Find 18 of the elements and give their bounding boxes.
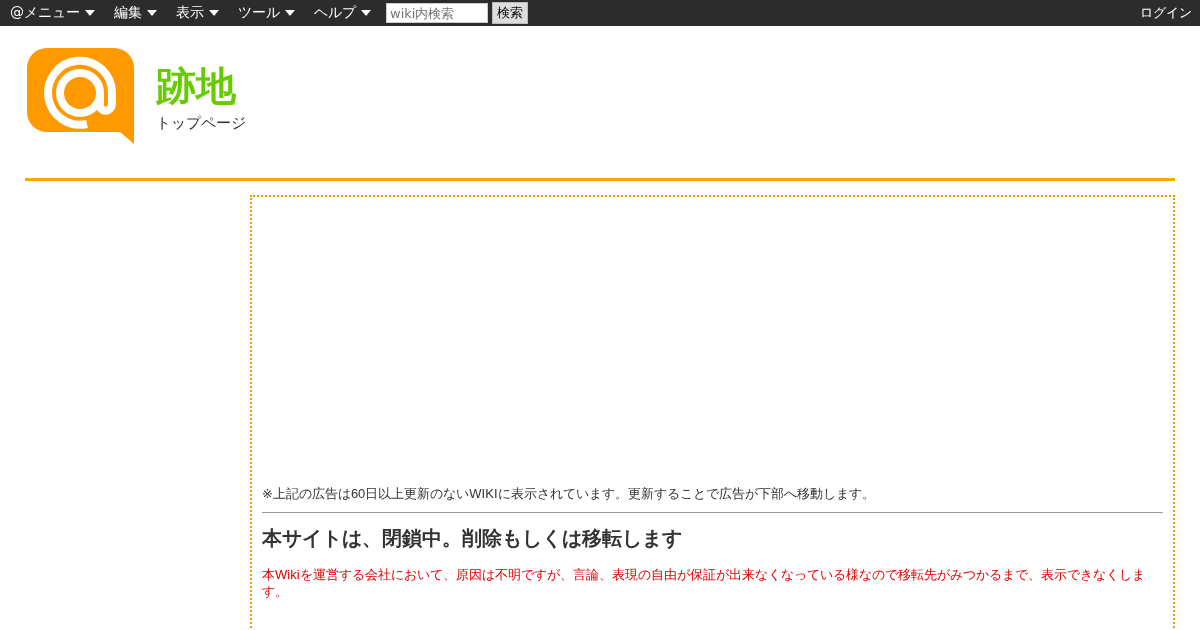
closure-message: 本Wikiを運営する会社において、原因は不明ですが、言論、表現の自由が保証が出来なくなっている様なので移転先がみつかるまで、表示できなくします。 [262,566,1146,600]
ad-notice: ※上記の広告は60日以上更新のないWIKIに表示されています。更新することで広告が下部へ移動します。 [262,485,876,503]
caret-icon [147,10,157,16]
at-sign-logo-icon[interactable] [27,48,134,145]
page-subtitle: トップページ [156,114,246,133]
search-field[interactable]: wiki内検索 [386,3,488,23]
caret-icon [85,10,95,16]
menu-item[interactable]: 表示 [169,0,226,26]
page-heading: 本サイトは、閉鎖中。削除もしくは移転します [262,525,683,552]
search-button[interactable]: 検索 [492,2,528,24]
login-link[interactable]: ログイン [1140,4,1192,22]
menu-item[interactable]: ヘルプ [307,0,378,26]
menu-item[interactable]: 編集 [107,0,164,26]
caret-icon [361,10,371,16]
menu-item[interactable]: ツール [231,0,302,26]
menu-item[interactable]: @メニュー [3,0,102,26]
caret-icon [209,10,219,16]
caret-icon [285,10,295,16]
